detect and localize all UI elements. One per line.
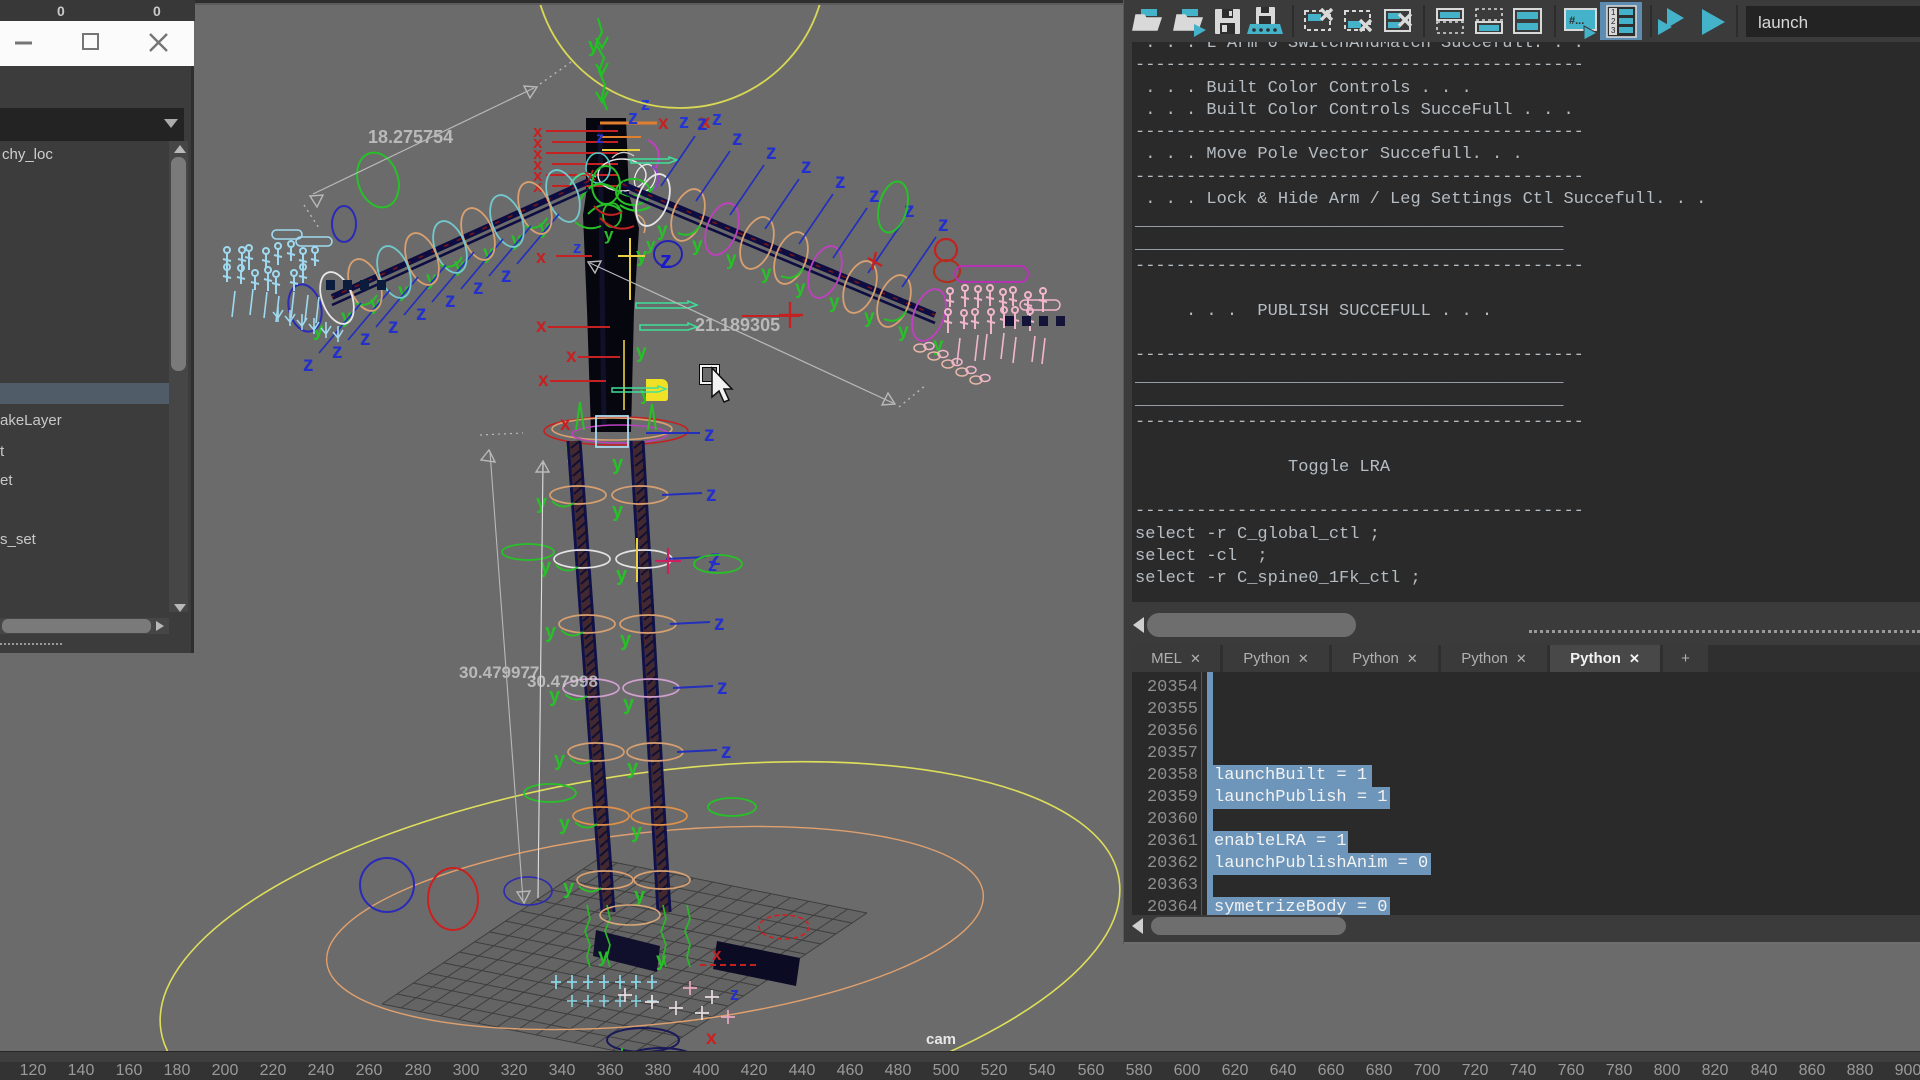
svg-text:cam: cam <box>926 1031 956 1048</box>
svg-text:y: y <box>864 307 875 328</box>
svg-text:y: y <box>795 278 806 299</box>
svg-text:y: y <box>563 877 575 899</box>
svg-text:3: 3 <box>1611 26 1616 35</box>
svg-text:18.275754: 18.275754 <box>368 127 453 147</box>
svg-text:y: y <box>656 950 667 971</box>
svg-text:z: z <box>473 276 484 299</box>
svg-text:y: y <box>559 813 571 835</box>
svg-text:y: y <box>898 321 909 342</box>
svg-text:x: x <box>538 370 549 391</box>
svg-text:z: z <box>388 315 399 338</box>
svg-text:z: z <box>708 555 717 575</box>
svg-text:z: z <box>869 184 880 207</box>
svg-text:z: z <box>732 127 743 150</box>
svg-text:z: z <box>332 340 343 363</box>
svg-text:x: x <box>536 247 546 267</box>
svg-text:z: z <box>706 483 717 506</box>
svg-text:y: y <box>612 500 624 522</box>
svg-text:y: y <box>604 225 614 244</box>
svg-text:z: z <box>628 107 638 129</box>
svg-text:x: x <box>566 346 577 367</box>
svg-text:z: z <box>717 676 728 699</box>
svg-text:z: z <box>801 155 812 178</box>
svg-text:z: z <box>445 289 456 312</box>
svg-text:y: y <box>657 220 668 241</box>
svg-text:z: z <box>573 238 582 257</box>
svg-text:z: z <box>303 353 314 376</box>
svg-text:#...: #... <box>1569 15 1584 27</box>
svg-text:z: z <box>679 111 689 133</box>
svg-text:z: z <box>596 130 604 147</box>
svg-text:y: y <box>692 235 703 256</box>
svg-text:y: y <box>616 564 628 586</box>
svg-text:x: x <box>536 316 547 337</box>
svg-text:z: z <box>766 141 777 164</box>
svg-text:z: z <box>704 423 715 446</box>
svg-text:y: y <box>554 749 566 771</box>
svg-text:z: z <box>721 740 732 763</box>
svg-text:2: 2 <box>1611 17 1616 26</box>
svg-text:z: z <box>835 170 846 193</box>
svg-text:z: z <box>360 327 371 350</box>
svg-text:x: x <box>658 113 669 134</box>
svg-text:y: y <box>636 342 647 363</box>
svg-text:y: y <box>588 35 600 57</box>
svg-text:z: z <box>712 108 722 130</box>
svg-text:y: y <box>761 263 772 284</box>
svg-text:z: z <box>730 984 739 1004</box>
svg-text:launch: launch <box>1758 13 1808 32</box>
svg-text:1: 1 <box>1611 8 1616 17</box>
svg-text:z: z <box>501 264 512 287</box>
svg-text:z: z <box>938 213 949 236</box>
svg-text:z: z <box>660 247 672 274</box>
svg-text:z: z <box>714 612 725 635</box>
svg-text:21.189305: 21.189305 <box>695 315 780 335</box>
svg-text:y: y <box>634 885 646 907</box>
svg-text:z: z <box>416 302 427 325</box>
svg-text:y: y <box>631 821 643 843</box>
svg-text:30.47998: 30.47998 <box>527 672 598 691</box>
svg-text:y: y <box>726 249 737 270</box>
svg-text:y: y <box>620 629 632 651</box>
svg-text:y: y <box>598 946 609 967</box>
svg-text:y: y <box>545 621 557 643</box>
svg-text:x: x <box>712 945 722 964</box>
svg-text:z: z <box>697 112 708 135</box>
svg-text:y: y <box>627 757 639 779</box>
svg-text:x: x <box>560 414 571 435</box>
svg-text:y: y <box>623 693 635 715</box>
svg-text:x: x <box>706 1028 717 1049</box>
svg-text:y: y <box>612 453 624 475</box>
svg-text:y: y <box>829 292 840 313</box>
